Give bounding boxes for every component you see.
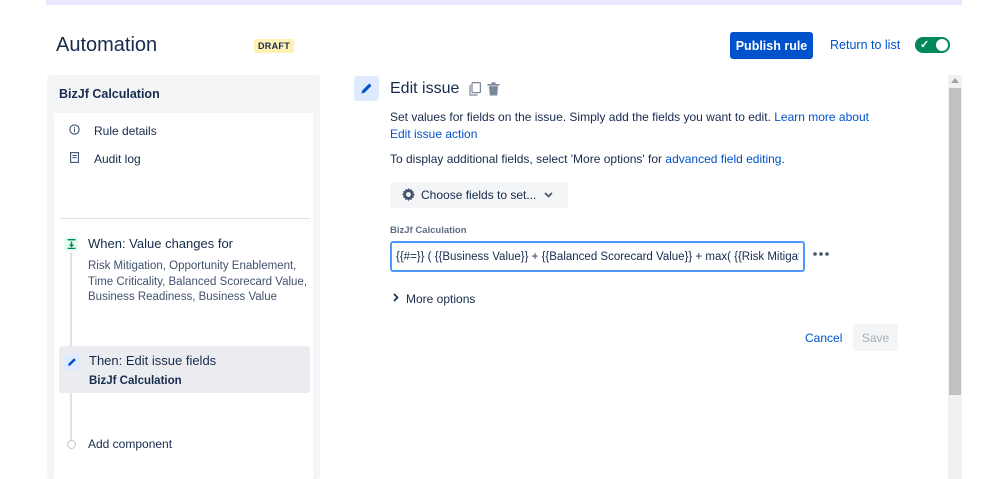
rule-details-label: Rule details bbox=[94, 124, 157, 138]
add-component-link[interactable]: Add component bbox=[88, 437, 172, 451]
choose-fields-label: Choose fields to set... bbox=[421, 188, 537, 202]
component-title: Edit issue bbox=[390, 80, 460, 97]
pencil-icon bbox=[64, 354, 80, 370]
document-icon bbox=[66, 152, 82, 166]
rule-components-panel: Rule details Audit log When: Value chang… bbox=[54, 113, 313, 479]
add-component-dot-icon bbox=[67, 440, 76, 449]
toggle-knob bbox=[936, 39, 948, 51]
more-actions-icon[interactable] bbox=[812, 244, 830, 262]
scroll-up-arrow-icon[interactable] bbox=[951, 78, 959, 83]
rule-sidebar: BizJf Calculation Rule details Audit log… bbox=[47, 75, 320, 479]
display-hint-suffix: . bbox=[781, 152, 785, 166]
trash-icon[interactable] bbox=[487, 82, 500, 96]
top-banner-strip bbox=[46, 0, 962, 5]
trigger-description: Risk Mitigation, Opportunity Enablement,… bbox=[88, 260, 308, 303]
more-options-toggle[interactable]: More options bbox=[393, 292, 475, 306]
display-hint-text: To display additional fields, select 'Mo… bbox=[390, 152, 666, 166]
description-text: Set values for fields on the issue. Simp… bbox=[390, 110, 775, 124]
vertical-scrollbar[interactable] bbox=[948, 75, 962, 479]
edit-pencil-icon bbox=[354, 76, 379, 101]
advanced-field-editing-link[interactable]: advanced field editing bbox=[665, 152, 781, 166]
audit-log-label: Audit log bbox=[94, 152, 141, 166]
audit-log-link[interactable]: Audit log bbox=[66, 152, 141, 166]
trigger-title: When: Value changes for bbox=[88, 236, 234, 251]
status-badge: DRAFT bbox=[254, 39, 294, 53]
choose-fields-button[interactable]: Choose fields to set... bbox=[390, 182, 568, 208]
copy-icon[interactable] bbox=[469, 82, 481, 96]
rule-enabled-toggle[interactable]: ✓ bbox=[915, 37, 950, 53]
scrollbar-thumb[interactable] bbox=[949, 88, 961, 395]
publish-rule-button[interactable]: Publish rule bbox=[730, 32, 813, 59]
action-title: Then: Edit issue fields bbox=[89, 353, 217, 368]
component-description: Set values for fields on the issue. Simp… bbox=[390, 109, 890, 142]
rule-name: BizJf Calculation bbox=[59, 87, 160, 101]
action-component-selected[interactable]: Then: Edit issue fields BizJf Calculatio… bbox=[59, 346, 310, 393]
rule-details-link[interactable]: Rule details bbox=[66, 124, 157, 138]
chevron-down-icon bbox=[544, 190, 553, 201]
return-to-list-link[interactable]: Return to list bbox=[830, 38, 900, 52]
trigger-icon bbox=[64, 237, 78, 251]
chevron-right-icon bbox=[393, 293, 399, 305]
page-title: Automation bbox=[56, 34, 158, 56]
gear-icon bbox=[401, 186, 416, 204]
cancel-button[interactable]: Cancel bbox=[805, 331, 842, 345]
save-button[interactable]: Save bbox=[853, 324, 898, 351]
check-icon: ✓ bbox=[920, 39, 930, 51]
divider bbox=[60, 218, 310, 219]
bizjf-calculation-input[interactable] bbox=[390, 241, 805, 272]
display-fields-hint: To display additional fields, select 'Mo… bbox=[390, 152, 785, 166]
field-label: BizJf Calculation bbox=[390, 225, 467, 236]
more-options-label: More options bbox=[406, 292, 476, 306]
action-subtitle: BizJf Calculation bbox=[89, 375, 182, 387]
info-icon bbox=[66, 124, 82, 138]
